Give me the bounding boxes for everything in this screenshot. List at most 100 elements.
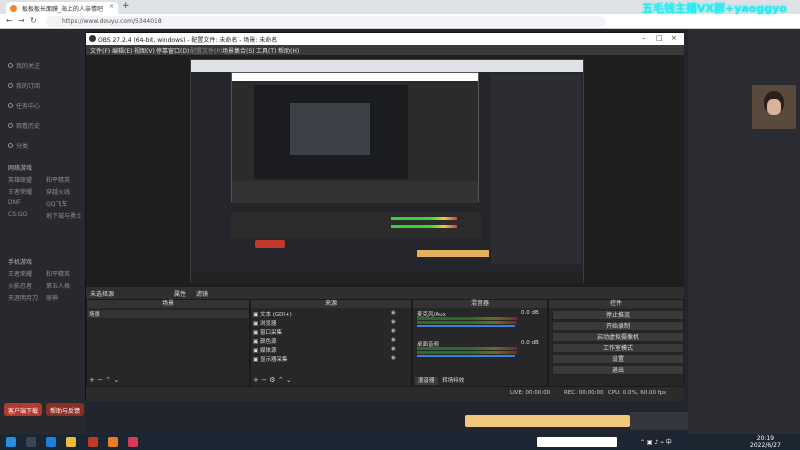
volume-slider[interactable] (417, 355, 515, 357)
edge-icon[interactable] (46, 437, 56, 447)
forward-icon[interactable]: → (18, 16, 25, 25)
sidebar-game[interactable]: 穿越火线 (46, 187, 70, 196)
sidebar-game[interactable]: 第五人格 (46, 281, 70, 290)
eye-icon[interactable]: ◉ (391, 346, 396, 352)
app-icon[interactable] (108, 437, 118, 447)
chat-input[interactable] (630, 412, 688, 430)
virtual-camera-button[interactable]: 启动虚拟摄像机 (552, 332, 684, 342)
exit-button[interactable]: 退出 (552, 365, 684, 375)
menu-scene-collection[interactable]: 场景集合(S) (222, 46, 255, 55)
controls-dock: 控件 停止推流 开始录制 启动虚拟摄像机 工作室模式 设置 退出 (548, 299, 684, 387)
sidebar-game[interactable]: 火影忍者 (8, 281, 32, 290)
menu-file[interactable]: 文件(F) (90, 46, 110, 55)
sidebar-game[interactable]: 天涯明月刀 (8, 293, 38, 302)
sidebar-item-subscribe[interactable]: 我的订阅 (8, 81, 40, 90)
sidebar-game[interactable]: 王者荣耀 (8, 187, 32, 196)
search-icon[interactable] (26, 437, 36, 447)
source-item[interactable]: ▣ 窗口采集 ◉ (253, 328, 396, 336)
settings-button[interactable]: 设置 (552, 354, 684, 364)
down-icon[interactable]: ⌄ (113, 376, 119, 384)
sidebar-game[interactable]: QQ飞车 (46, 199, 67, 208)
sidebar-game[interactable]: 王者荣耀 (8, 269, 32, 278)
url-input[interactable]: https://www.douyu.com/5344018 (46, 16, 606, 27)
up-icon[interactable]: ⌃ (105, 376, 111, 384)
nested-mixer (231, 212, 481, 238)
download-client-button[interactable]: 客户端下载 (4, 403, 43, 416)
up-icon[interactable]: ⌃ (278, 376, 284, 384)
add-icon[interactable]: + (253, 376, 259, 384)
remove-icon[interactable]: − (261, 376, 267, 384)
obs-logo-icon (89, 35, 96, 42)
start-icon[interactable] (6, 437, 16, 447)
volume-slider[interactable] (417, 325, 515, 327)
menu-docks[interactable]: 停靠窗口(D) (156, 46, 189, 55)
eye-icon[interactable]: ◉ (391, 337, 396, 343)
sidebar-game[interactable]: 地下城与勇士 (46, 211, 82, 220)
source-item[interactable]: ▣ 颜色源 ◉ (253, 337, 396, 345)
mixer-dock: 混音器 麦克风/Aux 0.0 dB 桌面音频 0.0 dB 混音器 转场特效 (412, 299, 548, 387)
sidebar-item-follow[interactable]: 我的关注 (8, 61, 40, 70)
sidebar-game[interactable]: 和平精英 (46, 175, 70, 184)
mixer-channel: 桌面音频 0.0 dB (417, 340, 545, 358)
close-icon[interactable]: × (671, 34, 677, 42)
source-item[interactable]: ▣ 媒体源 ◉ (253, 346, 396, 354)
gear-icon[interactable]: ⚙ (269, 376, 275, 384)
scene-item[interactable]: 场景 (87, 310, 249, 318)
grid-icon (8, 143, 13, 148)
stop-streaming-button[interactable]: 停止推流 (552, 310, 684, 320)
new-tab-icon[interactable]: + (122, 1, 130, 11)
folder-icon[interactable] (66, 437, 76, 447)
add-icon[interactable]: + (89, 376, 95, 384)
obs-taskbar-icon[interactable] (88, 437, 98, 447)
menu-tools[interactable]: 工具(T) (256, 46, 276, 55)
start-recording-button[interactable]: 开始录制 (552, 321, 684, 331)
obs-title: OBS 27.2.4 (64-bit, windows) - 配置文件: 未命名… (98, 37, 278, 44)
help-feedback-button[interactable]: 帮助与反馈 (46, 403, 85, 416)
clock: 20:19 2022/6/27 (750, 435, 781, 449)
down-icon[interactable]: ⌄ (286, 376, 292, 384)
sidebar-game[interactable]: 原神 (46, 293, 58, 302)
maximize-icon[interactable]: □ (656, 34, 663, 42)
menu-view[interactable]: 视图(V) (134, 46, 155, 55)
sidebar-game[interactable]: DNF (8, 199, 21, 206)
filters-button[interactable]: 滤镜 (196, 289, 208, 298)
menu-profile[interactable]: 配置文件(P) (190, 46, 222, 55)
reload-icon[interactable]: ↻ (30, 16, 37, 25)
menu-edit[interactable]: 编辑(E) (112, 46, 132, 55)
sidebar-game[interactable]: 英雄联盟 (8, 175, 32, 184)
eye-icon[interactable]: ◉ (391, 319, 396, 325)
tab-close-icon[interactable]: × (109, 3, 114, 10)
sidebar-game[interactable]: 和平精英 (46, 269, 70, 278)
source-item[interactable]: ▣ 浏览器 ◉ (253, 319, 396, 327)
live-timer: LIVE: 00:00:00 (510, 390, 551, 396)
sidebar-game[interactable]: CS:GO (8, 211, 27, 218)
obs-preview[interactable] (86, 55, 684, 287)
scenes-header: 场景 (87, 300, 249, 308)
tab-transitions[interactable]: 转场特效 (439, 377, 467, 385)
rec-timer: REC: 00:00:00 (564, 390, 604, 396)
menu-help[interactable]: 帮助(H) (278, 46, 299, 55)
taskbar-search[interactable] (537, 437, 617, 447)
eye-icon[interactable]: ◉ (391, 355, 396, 361)
cpu-fps: CPU: 0.0%, 60.00 fps (608, 390, 667, 396)
minimize-icon[interactable]: – (642, 34, 646, 42)
sidebar-item-tasks[interactable]: 任务中心 (8, 101, 40, 110)
browser-tab[interactable]: 板板板长面膜_海上的人亲情吧 × (6, 2, 118, 14)
source-item[interactable]: ▣ 文本 (GDI+) ◉ (253, 310, 396, 318)
properties-button[interactable]: 属性 (174, 289, 186, 298)
studio-mode-button[interactable]: 工作室模式 (552, 343, 684, 353)
tab-title: 板板板长面膜_海上的人亲情吧 (22, 6, 104, 13)
tab-mixer[interactable]: 混音器 (415, 377, 438, 385)
douyu-taskbar-icon[interactable] (128, 437, 138, 447)
obs-status-bar: LIVE: 00:00:00 REC: 00:00:00 CPU: 0.0%, … (86, 387, 684, 401)
gift-banner[interactable] (465, 415, 630, 427)
eye-icon[interactable]: ◉ (391, 310, 396, 316)
eye-icon[interactable]: ◉ (391, 328, 396, 334)
source-item[interactable]: ▣ 显示器采集 ◉ (253, 355, 396, 363)
sidebar-item-history[interactable]: 观看历史 (8, 121, 40, 130)
remove-icon[interactable]: − (97, 376, 103, 384)
sources-header: 来源 (251, 300, 411, 308)
back-icon[interactable]: ← (6, 16, 13, 25)
source-toolbar: 未选择源 属性 滤镜 (86, 287, 684, 299)
sidebar-item-category[interactable]: 分类 (8, 141, 28, 150)
